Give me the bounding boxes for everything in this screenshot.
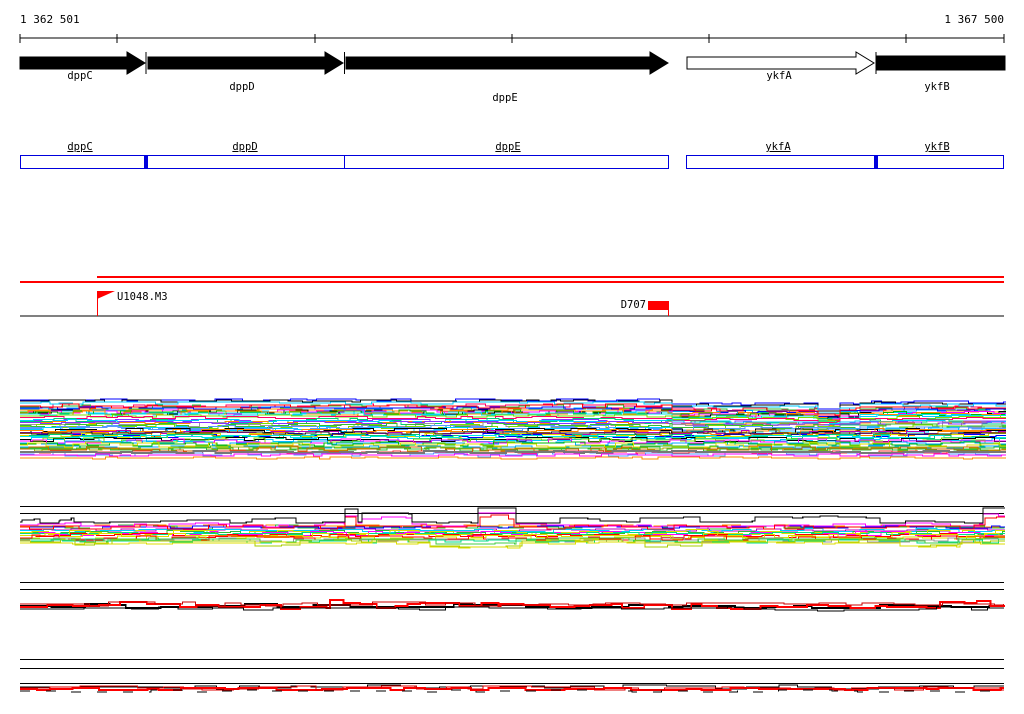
gene-box-label[interactable]: ykfA [765,142,790,153]
marker-flag-label: U1048.M3 [117,291,168,303]
gene-box-dppC[interactable] [20,155,147,169]
gene-box-divider [144,155,148,169]
gene-arrow-label: dppC [67,70,93,82]
expression-band-dense [20,398,1007,460]
marker-box-rect [648,301,669,310]
gene-box-divider [874,155,878,169]
marker-box-label: D707 [620,299,646,311]
gene-box-label[interactable]: dppC [67,142,92,153]
genome-browser-view: 1 362 501 1 367 500 dppC dppD dppE ykfA … [0,0,1024,714]
coordinate-end: 1 367 500 [944,13,1004,26]
gene-box-ykfA[interactable] [686,155,877,169]
gene-arrow-label: ykfA [766,70,792,82]
gene-box-label[interactable]: dppE [495,142,520,153]
gene-box-dppD[interactable] [146,155,345,169]
marker-box-D707[interactable] [648,301,670,316]
marker-flag-U1048[interactable] [96,291,115,316]
coordinate-start: 1 362 501 [20,13,80,26]
coverage-band-upper [20,599,1005,612]
profile-envelope [20,507,1005,524]
gene-arrow-label: ykfB [924,81,950,93]
gene-arrow-dppE[interactable] [345,51,669,75]
gene-box-dppE[interactable] [344,155,669,169]
gene-arrow-dppD[interactable] [147,51,344,75]
profile-line [20,456,1006,460]
gene-box-label[interactable]: dppD [232,142,257,153]
coverage-band-lower [20,684,1004,693]
gene-box-label[interactable]: ykfB [924,142,949,153]
gene-arrow-label: dppE [492,92,518,104]
tracks-canvas [19,34,1007,693]
marker-flag-pennant [97,291,115,299]
gene-arrow-label: dppD [229,81,255,93]
gene-arrow-ykfB[interactable] [876,55,1006,71]
profile-line [20,450,1006,454]
gene-box-ykfB[interactable] [876,155,1004,169]
